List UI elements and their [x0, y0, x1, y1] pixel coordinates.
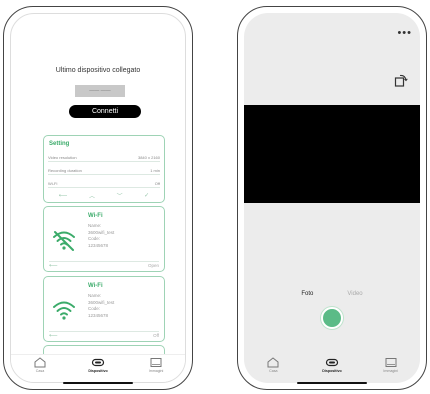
camera-screen: ••• Foto Video Casa Dispositivo Immagini: [244, 13, 420, 383]
nav-label: Casa: [269, 369, 278, 373]
setting-row-video-resolution[interactable]: Video resolution 3840 x 2160: [48, 153, 160, 162]
back-arrow-icon[interactable]: ⟵: [59, 192, 68, 199]
more-options-icon[interactable]: •••: [397, 27, 412, 39]
last-device-title: Ultimo dispositivo collegato: [55, 67, 141, 74]
wifi-card-title: Wi-Fi: [88, 213, 103, 219]
setting-value: 1 min: [150, 167, 160, 173]
chevron-up-icon[interactable]: ︿: [89, 191, 95, 200]
mode-video-tab[interactable]: Video: [347, 291, 362, 297]
last-device-name: —— ——: [75, 85, 125, 97]
setting-value: 3840 x 2160: [137, 154, 160, 160]
device-icon: [91, 358, 105, 367]
settings-controls: ⟵ ︿ ﹀ ✓: [48, 191, 160, 200]
rotate-icon[interactable]: [394, 73, 408, 87]
wifi-off-icon: [53, 231, 75, 251]
wifi-icon: [53, 301, 75, 320]
wifi-card-footer: ⟵ Open: [49, 261, 159, 269]
home-icon: [34, 357, 46, 368]
check-icon[interactable]: ✓: [144, 192, 149, 199]
home-icon: [267, 357, 279, 368]
setting-label: Recording duration: [48, 167, 82, 173]
nav-item-immagini[interactable]: Immagini: [131, 357, 181, 373]
wifi-code-value: 12345678: [88, 242, 109, 248]
connect-button[interactable]: Connetti: [69, 105, 141, 118]
gallery-icon: [150, 358, 162, 367]
phone-frame-connection: Ultimo dispositivo collegato —— —— Conne…: [3, 6, 193, 390]
nav-item-casa[interactable]: Casa: [15, 357, 65, 373]
nav-label: Immagini: [148, 369, 164, 373]
nav-label: Casa: [35, 369, 45, 373]
nav-label: Immagini: [383, 369, 398, 373]
nav-item-casa[interactable]: Casa: [248, 357, 298, 373]
back-arrow-icon[interactable]: ⟵: [49, 332, 58, 339]
camera-preview: [244, 105, 420, 203]
home-indicator: [63, 381, 133, 384]
chevron-down-icon[interactable]: ﹀: [117, 191, 123, 200]
setting-label: Wi-Fi: [48, 180, 58, 186]
settings-card: Setting Video resolution 3840 x 2160 Rec…: [43, 135, 165, 203]
connection-screen: Ultimo dispositivo collegato —— —— Conne…: [10, 13, 186, 383]
wifi-card-off[interactable]: Wi-Fi Name: 3600wifi_test Code: 12345678…: [43, 276, 165, 342]
wifi-card-details: Name: 3600wifi_test Code: 12345678: [88, 223, 114, 249]
wifi-card-title: Wi-Fi: [88, 283, 103, 289]
gallery-icon: [385, 358, 397, 367]
phone-frame-camera: ••• Foto Video Casa Dispositivo Immagini: [237, 6, 427, 390]
setting-row-recording-duration[interactable]: Recording duration 1 min: [48, 166, 160, 175]
wifi-card-open[interactable]: Wi-Fi Name: 3600wifi_test Code: 12345678…: [43, 206, 165, 272]
nav-label: Dispositivo: [322, 369, 342, 373]
mode-foto-tab[interactable]: Foto: [301, 291, 313, 297]
setting-label: Video resolution: [48, 154, 77, 160]
bottom-nav: Casa Dispositivo Immagini: [11, 354, 185, 382]
wifi-status[interactable]: Off: [153, 333, 159, 338]
nav-item-dispositivo[interactable]: Dispositivo: [307, 357, 357, 373]
wifi-card-footer: ⟵ Off: [49, 331, 159, 339]
wifi-card-details: Name: 3600wifi_test Code: 12345678: [88, 293, 114, 319]
setting-row-wifi[interactable]: Wi-Fi Off: [48, 179, 160, 188]
device-icon: [325, 358, 339, 367]
wifi-status[interactable]: Open: [148, 263, 159, 268]
nav-item-immagini[interactable]: Immagini: [366, 357, 416, 373]
setting-value: Off: [154, 180, 160, 186]
bottom-nav: Casa Dispositivo Immagini: [244, 355, 420, 383]
back-arrow-icon[interactable]: ⟵: [49, 262, 58, 269]
settings-title: Setting: [49, 141, 70, 147]
home-indicator: [297, 381, 367, 384]
nav-item-dispositivo[interactable]: Dispositivo: [73, 357, 123, 373]
capture-mode-selector: Foto Video: [244, 291, 420, 297]
wifi-code-value: 12345678: [88, 312, 109, 318]
nav-label: Dispositivo: [88, 369, 108, 373]
shutter-button[interactable]: [321, 307, 343, 329]
